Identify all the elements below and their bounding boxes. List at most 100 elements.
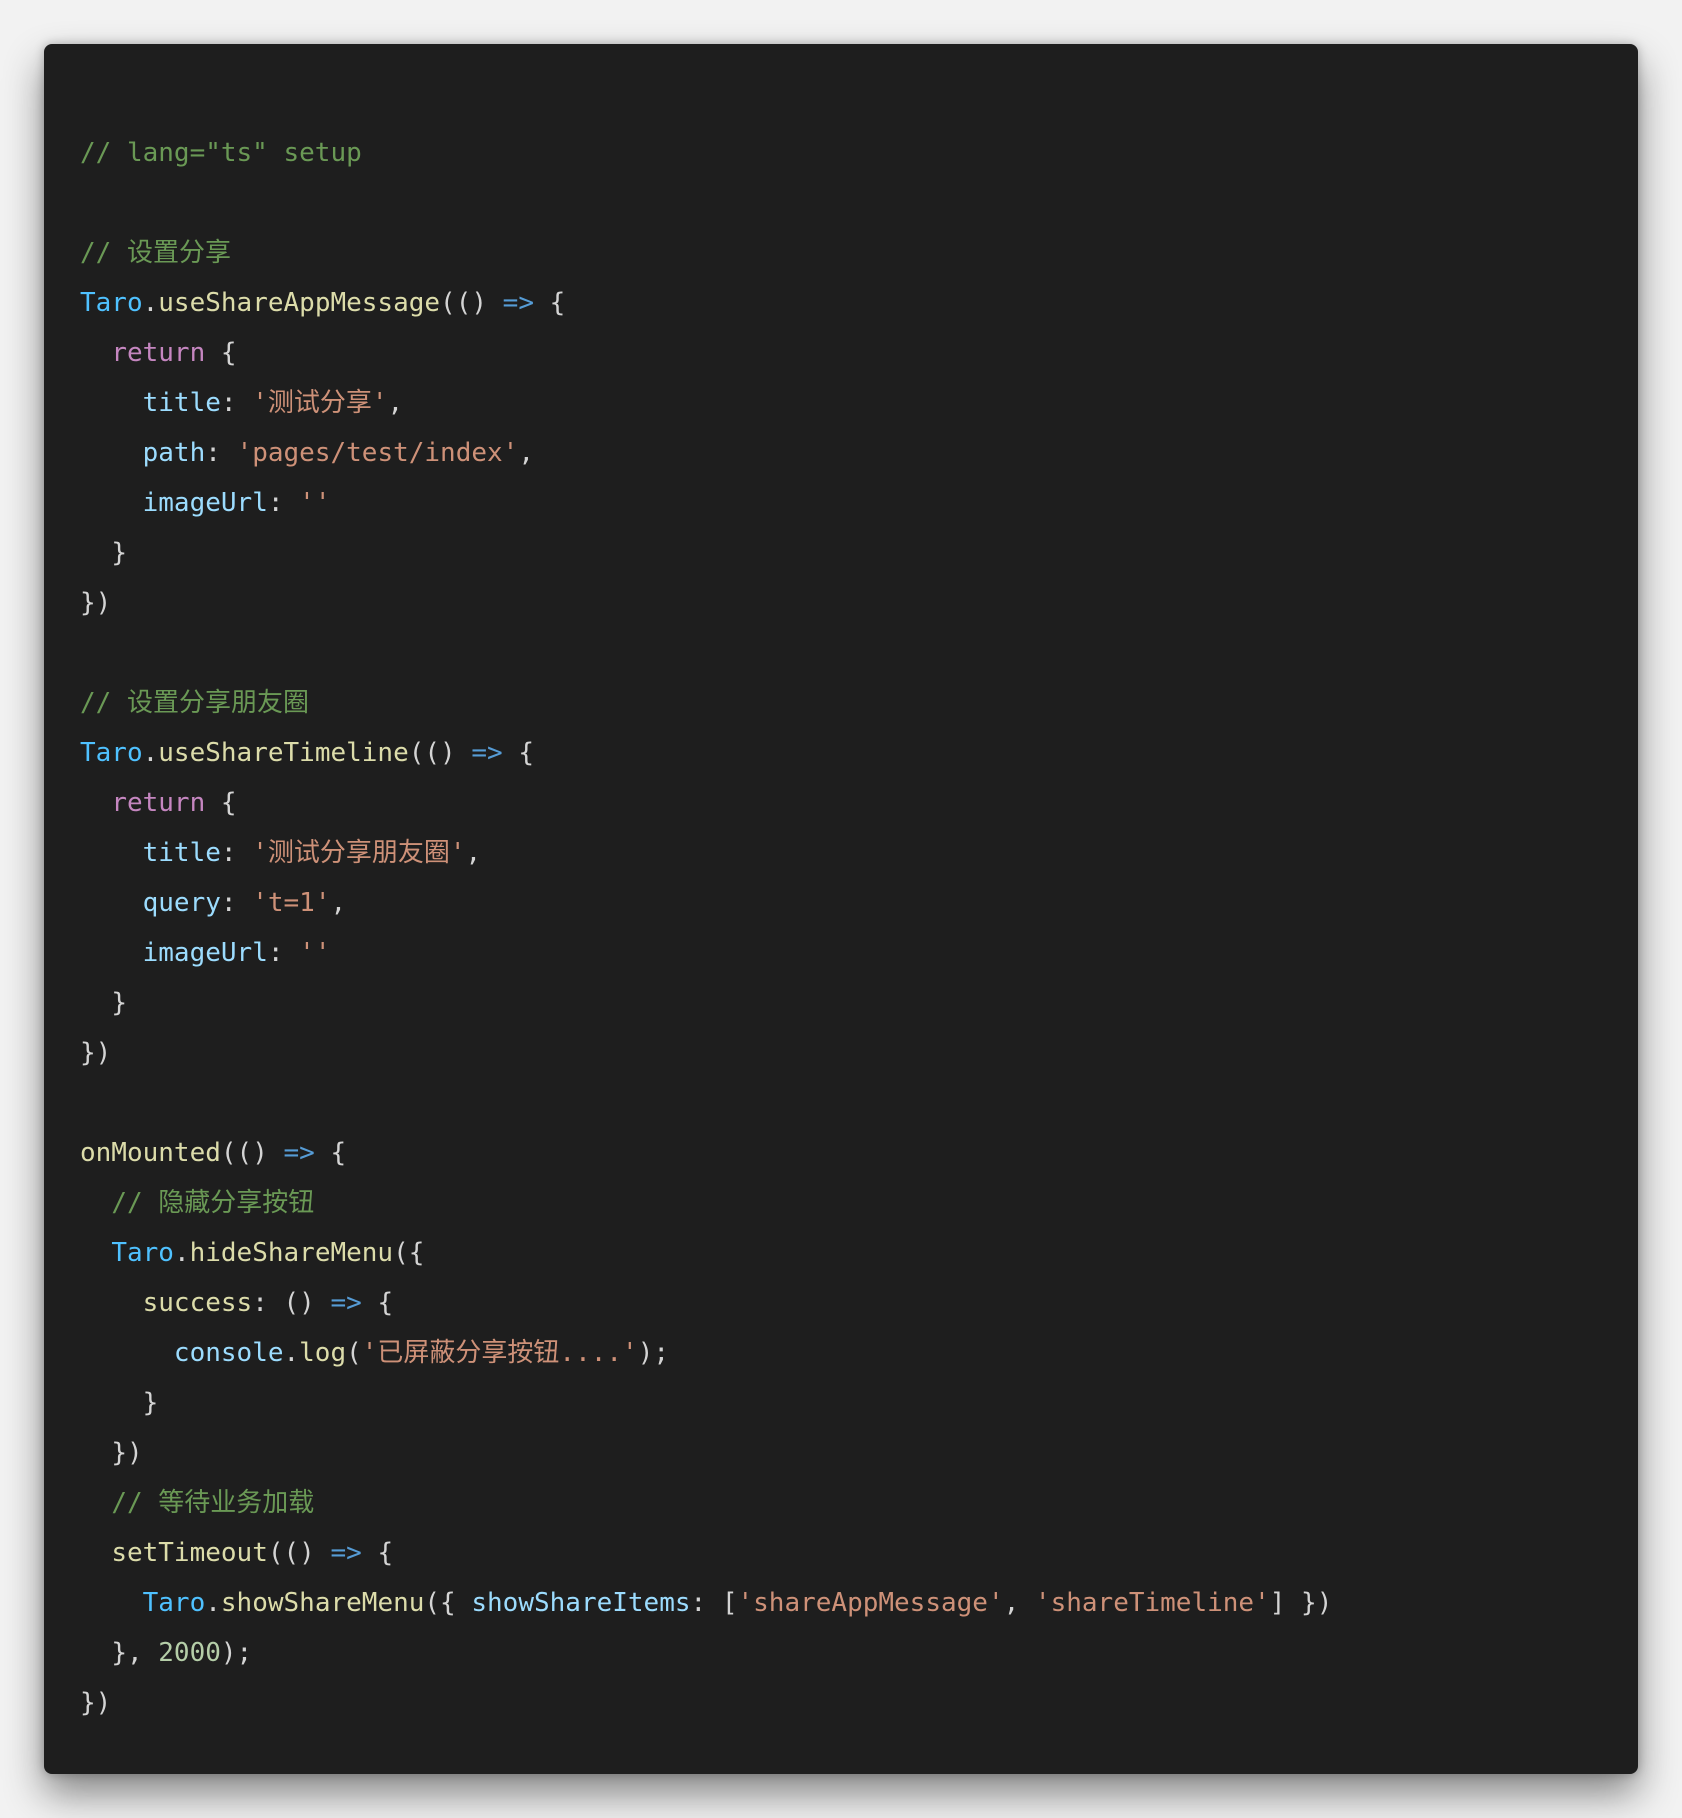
code-token-punct: ,	[387, 388, 404, 418]
code-token-arrow: =>	[330, 1288, 362, 1318]
code-line: Taro.useShareTimeline(() => {	[80, 728, 1332, 778]
code-line: imageUrl: ''	[80, 478, 1332, 528]
code-line: console.log('已屏蔽分享按钮....');	[80, 1328, 1332, 1378]
code-line: // 隐藏分享按钮	[80, 1178, 1332, 1228]
code-line: })	[80, 1428, 1332, 1478]
code-line: }, 2000);	[80, 1628, 1332, 1678]
code-token-punct: );	[220, 1638, 253, 1668]
code-line: imageUrl: ''	[80, 928, 1332, 978]
code-line: // 等待业务加载	[80, 1478, 1332, 1528]
code-line: })	[80, 578, 1332, 628]
code-line: Taro.showShareMenu({ showShareItems: ['s…	[80, 1578, 1333, 1628]
code-token-punct: :	[205, 438, 237, 468]
code-line: title: '测试分享',	[80, 378, 1332, 428]
code-token-fn: setTimeout	[111, 1538, 268, 1568]
code-line: }	[80, 1378, 1332, 1428]
code-token-punct: .	[283, 1338, 300, 1368]
code-token-comment: // 隐藏分享按钮	[111, 1188, 315, 1218]
code-token-punct: :	[220, 388, 253, 418]
code-token-keyword: return	[111, 338, 206, 368]
code-line: title: '测试分享朋友圈',	[80, 828, 1332, 878]
code-token-prop: console	[173, 1338, 284, 1368]
code-line: onMounted(() => {	[80, 1128, 1332, 1178]
code-token-comment: // lang="ts" setup	[80, 138, 362, 168]
code-token-fn: onMounted	[80, 1138, 221, 1168]
code-line: return {	[80, 328, 1332, 378]
code-token-punct: ({	[393, 1238, 425, 1268]
code-token-fn: useShareAppMessage	[158, 288, 441, 318]
code-token-prop: path	[142, 438, 206, 468]
code-token-punct: {	[205, 788, 237, 818]
code-token-obj: Taro	[80, 288, 143, 318]
code-token-punct: })	[80, 588, 112, 618]
code-token-obj: Taro	[142, 1588, 206, 1618]
code-token-punct: }	[142, 1388, 159, 1418]
code-token-prop: title	[142, 838, 221, 868]
code-token-obj: Taro	[80, 738, 143, 768]
code-token-comment: // 设置分享朋友圈	[80, 688, 309, 718]
code-line: setTimeout(() => {	[80, 1528, 1332, 1578]
code-token-string: 'shareAppMessage'	[737, 1588, 1004, 1618]
code-line: }	[80, 528, 1332, 578]
code-token-prop: imageUrl	[142, 488, 268, 518]
code-token-string: ''	[299, 488, 331, 518]
code-token-arrow: =>	[283, 1138, 315, 1168]
code-line: // 设置分享朋友圈	[80, 678, 1332, 728]
code-token-punct: :	[267, 488, 300, 518]
code-line: })	[80, 1028, 1332, 1078]
code-line: success: () => {	[80, 1278, 1332, 1328]
code-line: Taro.hideShareMenu({	[80, 1228, 1332, 1278]
code-token-punct: (()	[267, 1538, 331, 1568]
code-token-punct: .	[142, 288, 159, 318]
code-token-punct: .	[142, 738, 159, 768]
code-token-punct: ,	[518, 438, 534, 468]
code-token-arrow: =>	[471, 738, 503, 768]
code-token-comment: // 设置分享	[80, 238, 231, 268]
code-token-fn: success	[142, 1288, 253, 1318]
code-token-punct: :	[220, 838, 253, 868]
code-token-punct: :	[267, 938, 300, 968]
code-token-fn: useShareTimeline	[158, 738, 409, 768]
code-token-fn: hideShareMenu	[189, 1238, 394, 1268]
code-content: // lang="ts" setup // 设置分享 Taro.useShareA…	[80, 128, 1332, 1728]
code-token-punct: (()	[220, 1138, 284, 1168]
code-line: Taro.useShareAppMessage(() => {	[80, 278, 1332, 328]
code-token-prop: query	[142, 888, 221, 918]
code-block: // lang="ts" setup // 设置分享 Taro.useShareA…	[44, 44, 1638, 1774]
code-token-punct: : ()	[252, 1288, 331, 1318]
code-token-fn: showShareMenu	[220, 1588, 425, 1618]
code-token-string: ''	[299, 938, 331, 968]
code-token-punct: })	[111, 1438, 143, 1468]
code-token-prop: title	[142, 388, 221, 418]
code-line: }	[80, 978, 1332, 1028]
code-token-punct: ,	[1003, 1588, 1035, 1618]
code-line: // lang="ts" setup	[80, 128, 1332, 178]
code-token-obj: Taro	[111, 1238, 174, 1268]
code-token-punct: {	[502, 738, 534, 768]
code-token-comment: // 等待业务加载	[111, 1488, 315, 1518]
code-token-punct: ({	[424, 1588, 472, 1618]
code-token-number: 2000	[158, 1638, 221, 1668]
code-line: // 设置分享	[80, 228, 1332, 278]
code-token-punct: {	[361, 1538, 394, 1568]
code-token-prop: showShareItems	[471, 1588, 691, 1618]
code-line: query: 't=1',	[80, 878, 1332, 928]
code-token-fn: log	[299, 1338, 347, 1368]
code-token-punct: (()	[440, 288, 503, 318]
code-token-punct: (	[346, 1338, 362, 1368]
